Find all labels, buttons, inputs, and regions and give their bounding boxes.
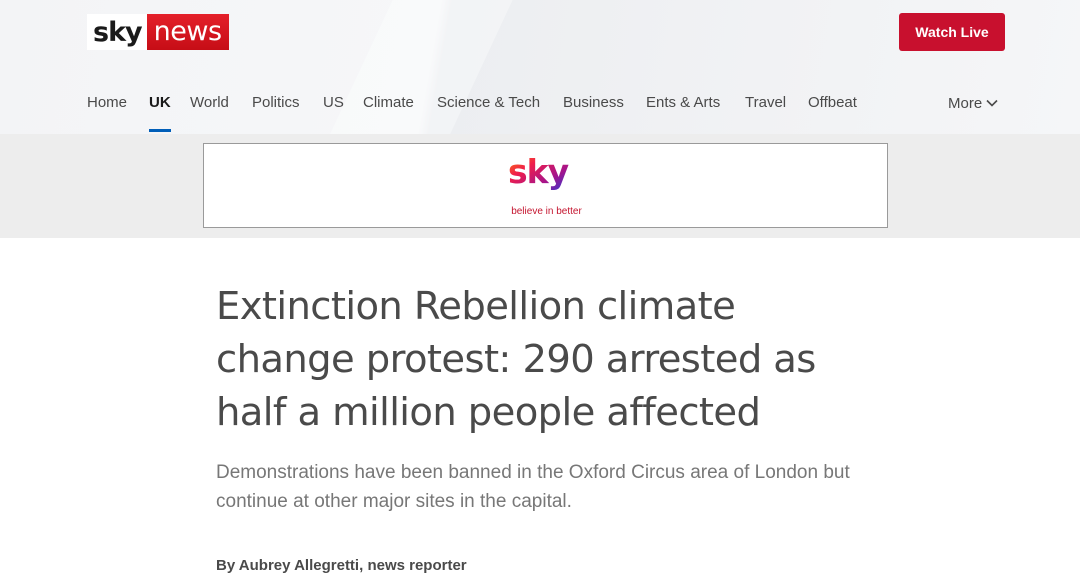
byline-author-link[interactable]: Aubrey Allegretti bbox=[239, 557, 359, 574]
logo-news-text: news bbox=[146, 14, 229, 50]
nav-item-label: Science & Tech bbox=[437, 94, 541, 111]
sky-news-logo[interactable]: sky news bbox=[87, 14, 229, 50]
byline-prefix: By bbox=[216, 557, 239, 574]
headline-line: Extinction Rebellion climate bbox=[216, 284, 736, 329]
advert-tagline: believe in better bbox=[511, 206, 582, 217]
active-tab-indicator bbox=[149, 129, 171, 132]
logo-sky-text: sky bbox=[87, 14, 147, 50]
article-standfirst: Demonstrations have been banned in the O… bbox=[216, 462, 850, 512]
nav-item-label: Business bbox=[563, 94, 624, 111]
headline-line: change protest: 290 arrested as bbox=[216, 337, 816, 382]
chevron-down-icon bbox=[986, 99, 998, 107]
article-byline: By Aubrey Allegretti, news reporter bbox=[216, 557, 467, 574]
nav-item-offbeat[interactable]: Offbeat bbox=[808, 88, 857, 134]
main-nav: Home UK World Politics US Climate Scienc… bbox=[0, 88, 1080, 134]
nav-item-label: World bbox=[190, 94, 229, 111]
nav-item-label: Politics bbox=[252, 94, 300, 111]
nav-item-label: Offbeat bbox=[808, 94, 857, 111]
nav-item-politics[interactable]: Politics bbox=[252, 88, 300, 134]
nav-item-travel[interactable]: Travel bbox=[745, 88, 786, 134]
nav-item-world[interactable]: World bbox=[190, 88, 229, 134]
nav-more-button[interactable]: More bbox=[948, 88, 998, 118]
nav-item-label: Ents & Arts bbox=[646, 94, 721, 111]
nav-item-home[interactable]: Home bbox=[87, 88, 127, 134]
article-header: Extinction Rebellion climate change prot… bbox=[216, 280, 876, 439]
advert-logo-text: sky bbox=[508, 152, 569, 191]
nav-item-science-tech[interactable]: Science & Tech bbox=[437, 88, 540, 134]
nav-item-business[interactable]: Business bbox=[563, 88, 624, 134]
nav-item-uk[interactable]: UK bbox=[149, 88, 171, 134]
nav-more-label: More bbox=[948, 94, 983, 112]
nav-item-label: Home bbox=[87, 94, 128, 111]
nav-item-label: UK bbox=[149, 94, 171, 111]
nav-item-us[interactable]: US bbox=[323, 88, 344, 134]
byline-role: , news reporter bbox=[359, 557, 467, 574]
article-headline: Extinction Rebellion climate change prot… bbox=[216, 280, 876, 439]
nav-item-climate[interactable]: Climate bbox=[363, 88, 414, 134]
masthead: sky news Watch Live Home UK World Politi… bbox=[0, 0, 1080, 134]
watch-live-button[interactable]: Watch Live bbox=[899, 13, 1005, 51]
sky-advert-logo: sky bbox=[508, 152, 570, 191]
nav-item-label: Climate bbox=[363, 94, 414, 111]
nav-item-label: US bbox=[323, 94, 344, 111]
nav-item-label: Travel bbox=[745, 94, 787, 111]
nav-item-ents-arts[interactable]: Ents & Arts bbox=[646, 88, 720, 134]
advert-banner[interactable]: sky believe in better bbox=[203, 143, 888, 228]
headline-line: half a million people affected bbox=[216, 390, 761, 435]
